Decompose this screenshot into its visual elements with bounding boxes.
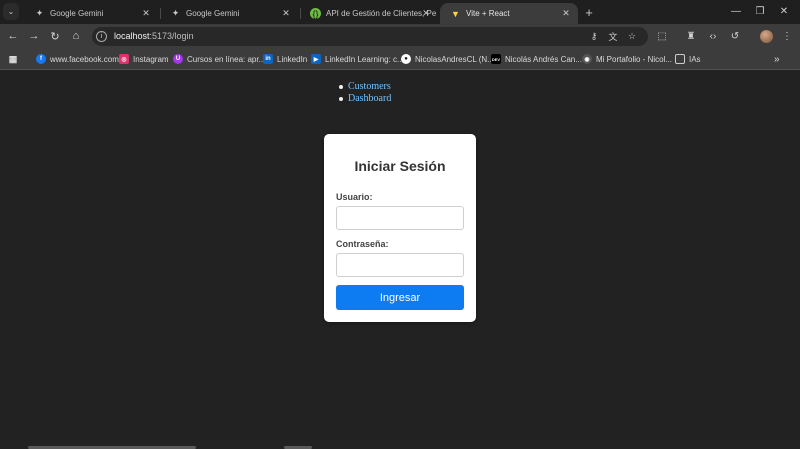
linkedin-icon: in (263, 54, 273, 64)
bookmark-label: www.facebook.com (50, 54, 119, 64)
code-icon[interactable]: ‹› (706, 29, 720, 43)
password-input[interactable] (336, 253, 464, 277)
github-icon: ● (401, 54, 411, 64)
gemini-icon: ✦ (171, 8, 180, 18)
profile-avatar[interactable] (760, 30, 773, 43)
bookmark-linkedin-learning[interactable]: ▶ LinkedIn Learning: c... (311, 53, 404, 65)
back-button[interactable]: ← (6, 29, 20, 43)
reload-button[interactable]: ↻ (48, 29, 62, 43)
tab-google-gemini-2[interactable]: ✦ Google Gemini ✕ (160, 3, 298, 24)
nav-item-customers: Customers (338, 81, 391, 93)
bookmark-label: Instagram (133, 54, 169, 64)
extension-puzzle-icon[interactable]: ♜ (684, 29, 698, 43)
password-key-icon[interactable]: ⚷ (588, 30, 600, 42)
dashboard-link[interactable]: Dashboard (348, 93, 391, 104)
apps-grid-icon[interactable]: ▦ (8, 53, 22, 65)
tab-api-clientes[interactable]: {} API de Gestión de Clientes, Pe ✕ (300, 3, 438, 24)
bookmark-facebook[interactable]: f www.facebook.com (36, 53, 119, 65)
username-label: Usuario: (336, 192, 373, 202)
tab-google-gemini-1[interactable]: ✦ Google Gemini ✕ (24, 3, 158, 24)
close-icon[interactable]: ✕ (420, 7, 432, 19)
login-card: Iniciar Sesión Usuario: Contraseña: Ingr… (324, 134, 476, 322)
customers-link[interactable]: Customers (348, 81, 391, 92)
history-icon[interactable]: ↺ (728, 29, 742, 43)
translate-icon[interactable]: 文 (607, 30, 619, 42)
bookmark-label: Mi Portafolio - Nicol... (596, 54, 673, 64)
bookmark-courses[interactable]: U Cursos en línea: apr... (173, 53, 265, 65)
close-icon[interactable]: ✕ (140, 7, 152, 19)
window-close-button[interactable]: ✕ (777, 4, 791, 18)
extensions-icon[interactable]: ⬚ (655, 29, 669, 43)
close-icon[interactable]: ✕ (280, 7, 292, 19)
dev-icon: DEV (491, 54, 501, 64)
home-button[interactable]: ⌂ (69, 29, 83, 43)
bookmark-instagram[interactable]: ◎ Instagram (119, 53, 169, 65)
facebook-icon: f (36, 54, 46, 64)
linkedin-learning-icon: ▶ (311, 54, 321, 64)
password-label: Contraseña: (336, 239, 389, 249)
site-info-icon[interactable]: i (96, 31, 107, 42)
bookmark-label: LinkedIn (277, 54, 308, 64)
tab-vite-react[interactable]: ▼ Vite + React ✕ (440, 3, 578, 24)
bookmark-label: Cursos en línea: apr... (187, 54, 266, 64)
bookmarks-overflow-chevron-icon[interactable]: » (774, 53, 780, 65)
bookmark-portfolio[interactable]: ◉ Mi Portafolio - Nicol... (582, 53, 672, 65)
bookmark-folder-ias[interactable]: IAs (675, 53, 701, 65)
gemini-icon: ✦ (35, 8, 44, 18)
bookmark-label: IAs (689, 54, 701, 64)
bookmark-linkedin[interactable]: in LinkedIn (263, 53, 307, 65)
page-nav-links: Customers Dashboard (338, 81, 391, 105)
vite-icon: ▼ (451, 8, 460, 19)
bookmark-label: LinkedIn Learning: c... (325, 54, 404, 64)
course-icon: U (173, 54, 183, 64)
bookmark-github[interactable]: ● NicolasAndresCL (N... (401, 53, 494, 65)
address-path: :5173/login (149, 31, 194, 41)
restore-button[interactable]: ❐ (753, 4, 767, 18)
new-tab-button[interactable]: + (582, 5, 596, 20)
bookmark-label: Nicolás Andrés Can... (505, 54, 582, 64)
bookmark-star-icon[interactable]: ☆ (626, 30, 638, 42)
login-title: Iniciar Sesión (354, 158, 446, 174)
instagram-icon: ◎ (119, 54, 129, 64)
close-icon[interactable]: ✕ (560, 7, 572, 19)
browser-tabstrip: ⌄ ✦ Google Gemini ✕ ✦ Google Gemini ✕ {}… (0, 0, 800, 24)
browser-menu-icon[interactable]: ⋮ (780, 29, 794, 43)
address-url[interactable]: localhost:5173/login (114, 31, 194, 41)
tab-search-button[interactable]: ⌄ (3, 3, 19, 20)
username-input[interactable] (336, 206, 464, 230)
address-host: localhost (114, 31, 150, 41)
bookmark-dev[interactable]: DEV Nicolás Andrés Can... (491, 53, 582, 65)
minimize-button[interactable]: — (729, 4, 743, 18)
swagger-icon: {} (310, 8, 321, 19)
forward-button[interactable]: → (27, 29, 41, 43)
nav-item-dashboard: Dashboard (338, 93, 391, 105)
folder-icon (675, 54, 685, 64)
bookmark-label: NicolasAndresCL (N... (415, 54, 494, 64)
globe-icon: ◉ (582, 54, 592, 64)
login-submit-button[interactable]: Ingresar (336, 285, 464, 310)
